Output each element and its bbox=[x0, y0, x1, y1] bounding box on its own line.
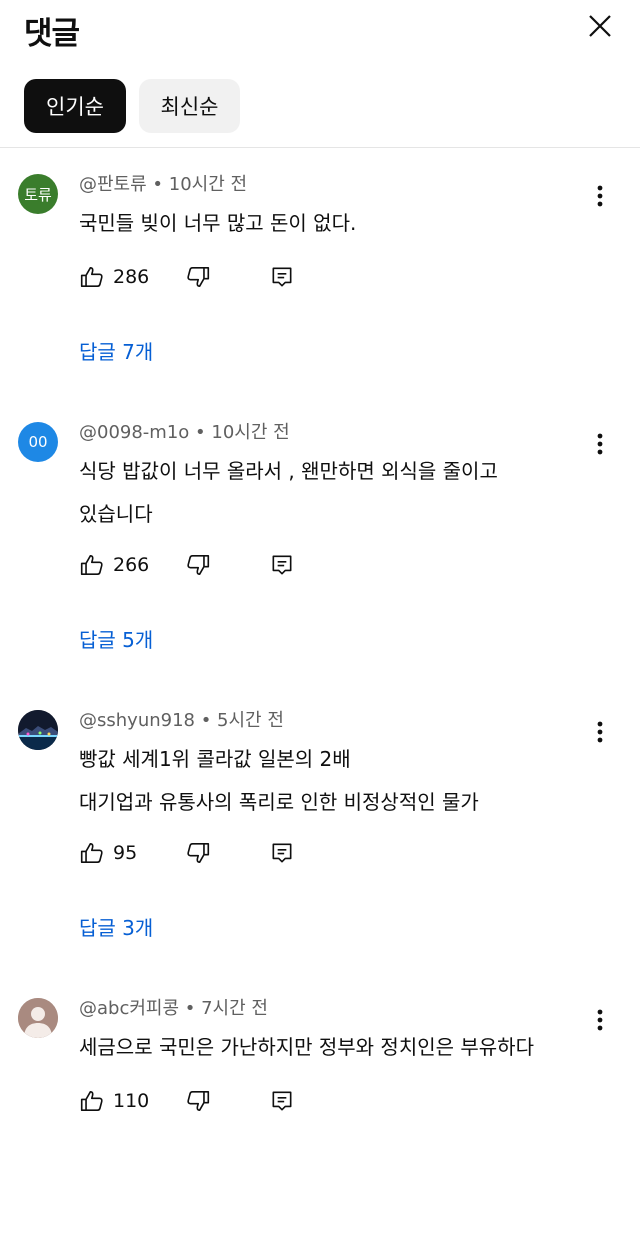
close-button[interactable] bbox=[582, 8, 618, 44]
dislike-button[interactable] bbox=[185, 264, 211, 290]
dislike-button[interactable] bbox=[185, 552, 211, 578]
sort-top-chip[interactable]: 인기순 bbox=[24, 79, 126, 133]
comment-text: 빵값 세계1위 콜라값 일본의 2배 대기업과 유통사의 폭리로 인한 비정상적… bbox=[79, 738, 599, 824]
comment-line: 세금으로 국민은 가난하지만 정부와 정치인은 부유하다 bbox=[79, 1035, 534, 1059]
like-button[interactable]: 110 bbox=[79, 1088, 173, 1114]
like-count: 110 bbox=[113, 1090, 150, 1112]
like-count: 286 bbox=[113, 266, 150, 288]
comment-meta: @sshyun918 • 5시간 전 bbox=[79, 710, 284, 731]
header: 댓글 bbox=[0, 0, 640, 60]
reply-button[interactable] bbox=[269, 552, 295, 578]
like-icon bbox=[80, 842, 103, 864]
comment-item: 토류 @판토류 • 10시간 전 국민들 빚이 너무 많고 돈이 없다. 286… bbox=[0, 160, 640, 430]
like-icon bbox=[80, 554, 103, 576]
comment-line: 있습니다 bbox=[79, 502, 153, 526]
comment-line: 빵값 세계1위 콜라값 일본의 2배 bbox=[79, 747, 351, 771]
comment-actions: 266 bbox=[79, 545, 295, 585]
like-button[interactable]: 266 bbox=[79, 552, 173, 578]
dislike-button[interactable] bbox=[185, 840, 211, 866]
view-replies-link[interactable]: 답글 3개 bbox=[79, 912, 153, 941]
comment-actions: 286 bbox=[79, 257, 295, 297]
like-count: 95 bbox=[113, 842, 138, 864]
dislike-icon bbox=[187, 554, 210, 576]
comment-line: 대기업과 유통사의 폭리로 인한 비정상적인 물가 bbox=[79, 790, 479, 814]
reply-icon bbox=[272, 843, 292, 863]
dislike-button[interactable] bbox=[185, 1088, 211, 1114]
comment-item: 00 @0098-m1o • 10시간 전 식당 밥값이 너무 올라서 , 왠만… bbox=[0, 408, 640, 678]
avatar[interactable]: 00 bbox=[18, 422, 58, 462]
reply-icon bbox=[272, 267, 292, 287]
avatar[interactable] bbox=[18, 998, 58, 1038]
like-button[interactable]: 286 bbox=[79, 264, 173, 290]
reply-icon bbox=[272, 555, 292, 575]
comment-text: 식당 밥값이 너무 올라서 , 왠만하면 외식을 줄이고 있습니다 bbox=[79, 450, 599, 536]
like-icon bbox=[80, 1090, 103, 1112]
reply-button[interactable] bbox=[269, 264, 295, 290]
like-icon bbox=[80, 266, 103, 288]
avatar-initials: 토류 bbox=[24, 185, 52, 204]
avatar[interactable]: 토류 bbox=[18, 174, 58, 214]
comment-text: 세금으로 국민은 가난하지만 정부와 정치인은 부유하다 bbox=[79, 1026, 599, 1069]
avatar-initials: 00 bbox=[28, 433, 48, 451]
comment-meta: @abc커피콩 • 7시간 전 bbox=[79, 998, 268, 1019]
comment-line: 식당 밥값이 너무 올라서 , 왠만하면 외식을 줄이고 bbox=[79, 459, 498, 483]
reply-icon bbox=[272, 1091, 292, 1111]
comment-line: 국민들 빚이 너무 많고 돈이 없다. bbox=[79, 211, 357, 235]
comment-actions: 95 bbox=[79, 833, 295, 873]
comment-meta: @0098-m1o • 10시간 전 bbox=[79, 422, 290, 443]
comment-text: 국민들 빚이 너무 많고 돈이 없다. bbox=[79, 202, 599, 245]
close-icon bbox=[589, 15, 611, 37]
like-button[interactable]: 95 bbox=[79, 840, 173, 866]
divider bbox=[0, 147, 640, 148]
sort-newest-chip[interactable]: 최신순 bbox=[139, 79, 240, 133]
dislike-icon bbox=[187, 1090, 210, 1112]
like-count: 266 bbox=[113, 554, 150, 576]
default-avatar-icon bbox=[18, 998, 58, 1038]
comment-actions: 110 bbox=[79, 1081, 295, 1121]
comment-item: @abc커피콩 • 7시간 전 세금으로 국민은 가난하지만 정부와 정치인은 … bbox=[0, 984, 640, 1254]
view-replies-link[interactable]: 답글 5개 bbox=[79, 624, 153, 653]
avatar[interactable] bbox=[18, 710, 58, 750]
comment-meta: @판토류 • 10시간 전 bbox=[79, 174, 248, 195]
page-title: 댓글 bbox=[24, 16, 80, 52]
reply-button[interactable] bbox=[269, 1088, 295, 1114]
reply-button[interactable] bbox=[269, 840, 295, 866]
dislike-icon bbox=[187, 842, 210, 864]
view-replies-link[interactable]: 답글 7개 bbox=[79, 336, 153, 365]
avatar-image bbox=[18, 710, 58, 750]
comment-item: @sshyun918 • 5시간 전 빵값 세계1위 콜라값 일본의 2배 대기… bbox=[0, 696, 640, 966]
dislike-icon bbox=[187, 266, 210, 288]
